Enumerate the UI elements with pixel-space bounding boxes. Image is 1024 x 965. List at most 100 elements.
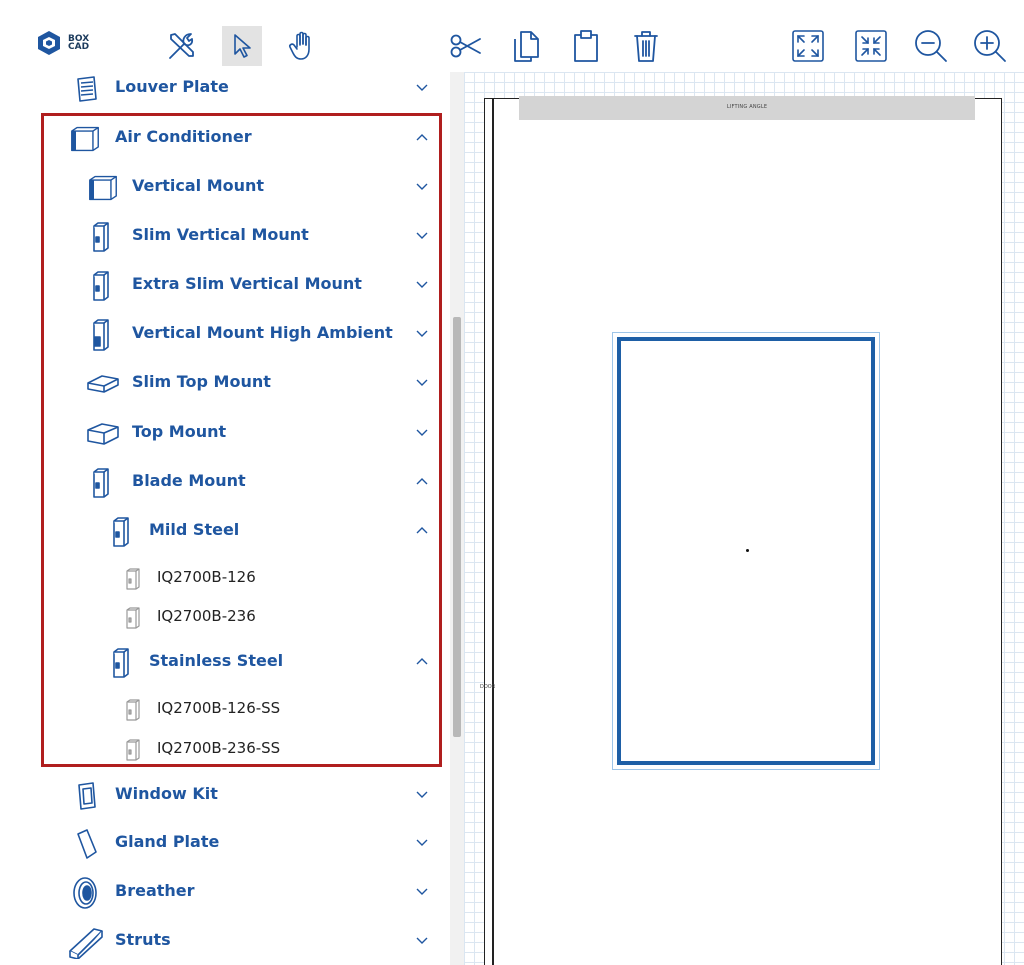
slim-vertical-mount-icon bbox=[86, 217, 116, 257]
delete-button[interactable] bbox=[626, 26, 666, 66]
zoom-in-button[interactable] bbox=[970, 26, 1010, 66]
chevron-down-icon[interactable] bbox=[414, 178, 430, 194]
tree-leaf-label: IQ2700B-126-SS bbox=[157, 699, 281, 717]
collapse-icon bbox=[855, 30, 887, 62]
blade-mount-icon bbox=[86, 463, 116, 503]
chevron-up-icon[interactable] bbox=[414, 129, 430, 145]
paste-button[interactable] bbox=[566, 26, 606, 66]
chevron-down-icon[interactable] bbox=[414, 424, 430, 440]
tree-item-label: Air Conditioner bbox=[115, 127, 252, 146]
vertical-mount-icon bbox=[88, 168, 118, 208]
tree-leaf-iq2700b-236-ss[interactable]: IQ2700B-236-SS bbox=[0, 730, 440, 770]
paste-icon bbox=[574, 30, 598, 62]
tree-item-label: Slim Top Mount bbox=[132, 372, 271, 391]
tree-item-blade-mount[interactable]: Blade Mount bbox=[0, 463, 440, 503]
product-icon bbox=[118, 730, 148, 770]
zoom-in-icon bbox=[974, 30, 1006, 62]
tree-item-stainless-steel[interactable]: Stainless Steel bbox=[0, 643, 440, 683]
tree-item-label: Top Mount bbox=[132, 422, 227, 441]
chevron-down-icon[interactable] bbox=[414, 786, 430, 802]
copy-button[interactable] bbox=[506, 26, 546, 66]
tree-item-window-kit[interactable]: Window Kit bbox=[0, 776, 440, 816]
tree-item-slim-top-mount[interactable]: Slim Top Mount bbox=[0, 364, 440, 404]
tree-item-label: Stainless Steel bbox=[149, 651, 284, 670]
tree-leaf-label: IQ2700B-236 bbox=[157, 607, 256, 625]
product-icon bbox=[118, 598, 148, 638]
tools-button[interactable] bbox=[162, 26, 202, 66]
chevron-up-icon[interactable] bbox=[414, 653, 430, 669]
product-icon bbox=[118, 559, 148, 599]
tree-item-label: Blade Mount bbox=[132, 471, 246, 490]
boxcad-logo: BOX CAD bbox=[36, 30, 89, 56]
chevron-down-icon[interactable] bbox=[414, 374, 430, 390]
chevron-down-icon[interactable] bbox=[414, 276, 430, 292]
sidebar-scrollbar[interactable] bbox=[450, 72, 464, 965]
slim-top-mount-icon bbox=[86, 364, 120, 404]
zoom-out-button[interactable] bbox=[911, 26, 951, 66]
pan-button[interactable] bbox=[282, 26, 322, 66]
tree-item-vertical-mount-high-ambient[interactable]: Vertical Mount High Ambient bbox=[0, 315, 440, 355]
chevron-down-icon[interactable] bbox=[414, 227, 430, 243]
zoom-out-icon bbox=[915, 30, 947, 62]
logo-text-bottom: CAD bbox=[68, 42, 90, 52]
tree-item-gland-plate[interactable]: Gland Plate bbox=[0, 824, 440, 864]
chevron-down-icon[interactable] bbox=[414, 883, 430, 899]
tree-leaf-iq2700b-236[interactable]: IQ2700B-236 bbox=[0, 598, 440, 638]
tree-leaf-label: IQ2700B-126 bbox=[157, 568, 256, 586]
tree-leaf-label: IQ2700B-236-SS bbox=[157, 739, 281, 757]
lifting-angle-bar[interactable]: LIFTING ANGLE bbox=[519, 96, 975, 120]
air-conditioner-icon bbox=[70, 119, 100, 159]
boxcad-logo-icon bbox=[38, 31, 60, 55]
pointer-icon bbox=[234, 34, 251, 58]
tools-icon bbox=[169, 33, 194, 59]
tree-item-label: Gland Plate bbox=[115, 832, 220, 851]
enclosure-door-edge bbox=[492, 99, 494, 965]
vertical-mount-high-ambient-icon bbox=[86, 315, 116, 355]
window-kit-icon bbox=[72, 776, 102, 816]
chevron-up-icon[interactable] bbox=[414, 522, 430, 538]
tree-item-mild-steel[interactable]: Mild Steel bbox=[0, 512, 440, 552]
fit-expand-button[interactable] bbox=[788, 26, 828, 66]
chevron-down-icon[interactable] bbox=[414, 79, 430, 95]
tree-item-label: Extra Slim Vertical Mount bbox=[132, 274, 362, 293]
louver-plate-icon bbox=[72, 72, 102, 109]
stainless-steel-icon bbox=[106, 643, 136, 683]
tree-item-struts[interactable]: Struts bbox=[0, 922, 440, 962]
tree-leaf-iq2700b-126[interactable]: IQ2700B-126 bbox=[0, 559, 440, 599]
fit-collapse-button[interactable] bbox=[851, 26, 891, 66]
cut-icon bbox=[450, 34, 481, 58]
tree-item-label: Slim Vertical Mount bbox=[132, 225, 309, 244]
expand-icon bbox=[792, 30, 824, 62]
tree-leaf-iq2700b-126-ss[interactable]: IQ2700B-126-SS bbox=[0, 690, 440, 730]
scrollbar-thumb[interactable] bbox=[453, 317, 461, 737]
chevron-down-icon[interactable] bbox=[414, 834, 430, 850]
mild-steel-icon bbox=[106, 512, 136, 552]
chevron-down-icon[interactable] bbox=[414, 932, 430, 948]
tree-item-label: Breather bbox=[115, 881, 195, 900]
door-label: DOOR bbox=[480, 684, 496, 690]
product-icon bbox=[118, 690, 148, 730]
gland-plate-icon bbox=[72, 824, 102, 864]
tree-item-extra-slim-vertical-mount[interactable]: Extra Slim Vertical Mount bbox=[0, 266, 440, 306]
tree-item-air-conditioner[interactable]: Air Conditioner bbox=[0, 119, 440, 159]
struts-icon bbox=[68, 922, 104, 962]
chevron-up-icon[interactable] bbox=[414, 473, 430, 489]
tree-item-breather[interactable]: Breather bbox=[0, 873, 440, 913]
tree-item-label: Struts bbox=[115, 930, 171, 949]
cut-button[interactable] bbox=[446, 26, 486, 66]
chevron-down-icon[interactable] bbox=[414, 325, 430, 341]
breather-icon bbox=[70, 873, 100, 913]
tree-item-label: Vertical Mount bbox=[132, 176, 265, 195]
tree-item-label: Mild Steel bbox=[149, 520, 240, 539]
drawing-canvas[interactable]: LIFTING ANGLE DOOR bbox=[464, 72, 1024, 965]
copy-icon bbox=[514, 31, 539, 62]
pointer-button[interactable] bbox=[222, 26, 262, 66]
cutout-center-point bbox=[746, 549, 749, 552]
tree-item-top-mount[interactable]: Top Mount bbox=[0, 414, 440, 454]
tree-item-label: Window Kit bbox=[115, 784, 218, 803]
tree-item-slim-vertical-mount[interactable]: Slim Vertical Mount bbox=[0, 217, 440, 257]
tree-item-vertical-mount[interactable]: Vertical Mount bbox=[0, 168, 440, 208]
hand-icon bbox=[289, 31, 310, 60]
toolbar: BOX CAD bbox=[0, 0, 1024, 72]
tree-item-louver-plate[interactable]: Louver Plate bbox=[0, 72, 440, 109]
